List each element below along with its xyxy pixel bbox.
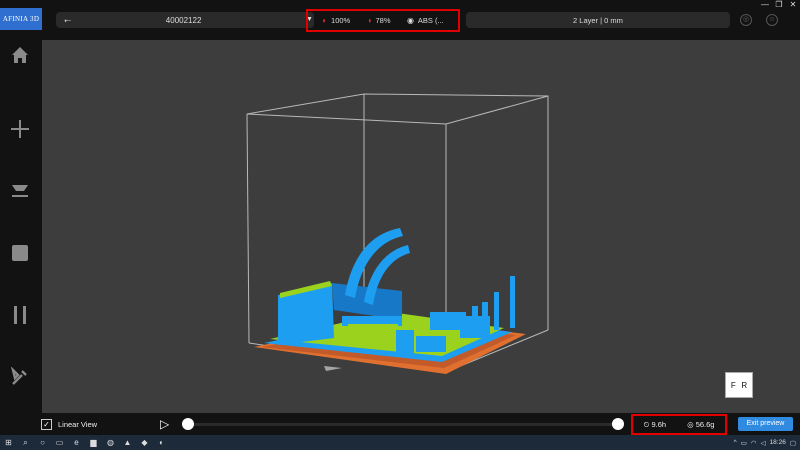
nozzle-icon: ◐ (322, 16, 328, 25)
system-tray: ^ ▭ ◠ ◁ 18:26 ▢ (734, 435, 800, 450)
notification-icon[interactable]: ▢ (790, 439, 796, 447)
3d-viewport[interactable] (42, 40, 800, 413)
printer-name: 40002122 (165, 15, 202, 25)
nozzle-value: 100% (331, 16, 351, 25)
search-icon[interactable]: ⌕ (17, 435, 34, 450)
material-value: ABS (... (417, 16, 444, 25)
battery-icon[interactable]: ▭ (741, 439, 747, 447)
model-preview (246, 93, 549, 374)
time-estimate: ⏲ 9.6h (643, 419, 667, 429)
nozzle-status[interactable]: ◐ 100% (322, 16, 350, 25)
top-toolbar: AFINIA 3D ⭠ 40002122 ▼ ◐ 100% ◑ 78% ◉ AB… (0, 0, 800, 40)
plus-icon[interactable] (9, 118, 31, 140)
linear-view-label: Linear View (58, 420, 98, 429)
windows-start-icon[interactable]: ⊞ (0, 435, 17, 450)
cortana-icon[interactable]: ○ (34, 435, 51, 450)
volume-icon[interactable]: ◁ (761, 439, 766, 447)
task-view-icon[interactable]: ▭ (51, 435, 68, 450)
edge-icon[interactable]: e (68, 435, 85, 450)
stop-icon[interactable] (9, 242, 31, 264)
slider-end-handle[interactable] (612, 418, 624, 430)
app-icon[interactable]: ▲ (119, 435, 136, 450)
layer-info: 2 Layer | 0 mm (466, 12, 730, 28)
account-icon[interactable]: ☺ (766, 14, 778, 26)
view-cube-right[interactable]: R (741, 381, 747, 390)
file-explorer-icon[interactable]: ▆ (85, 435, 102, 450)
window-controls: — ❐ ✕ (758, 0, 800, 10)
home-icon[interactable] (9, 44, 31, 66)
wrench-icon[interactable] (9, 366, 31, 388)
preview-bar: ✓ Linear View ▷ ⏲ 9.6h ◎ 56.6g Exit prev… (0, 413, 800, 435)
bed-status[interactable]: ◑ 78% (367, 16, 391, 25)
exit-preview-button[interactable]: Exit preview (738, 417, 793, 431)
print-estimate: ⏲ 9.6h ◎ 56.6g (631, 414, 727, 435)
afinia-taskbar-icon[interactable]: ◐ (153, 435, 170, 450)
pause-icon[interactable] (9, 304, 31, 326)
printer-status-group: ◐ 100% ◑ 78% ◉ ABS (... (306, 9, 460, 32)
restore-button[interactable]: ❐ (772, 0, 786, 10)
view-cube-front[interactable]: F (731, 381, 736, 390)
bed-icon: ◑ (366, 16, 372, 25)
printer-selector[interactable]: ⭠ 40002122 ▼ (56, 12, 314, 28)
layer-text: 2 Layer | 0 mm (573, 15, 623, 25)
print-icon[interactable] (9, 180, 31, 202)
sidebar (0, 40, 42, 413)
slider-start-handle[interactable] (182, 418, 194, 430)
afinia-logo: AFINIA 3D (0, 8, 42, 30)
minimize-button[interactable]: — (758, 0, 772, 10)
play-icon[interactable]: ▷ (160, 417, 169, 431)
app-window: AFINIA 3D ⭠ 40002122 ▼ ◐ 100% ◑ 78% ◉ AB… (0, 0, 800, 435)
view-cube[interactable]: F R (725, 372, 753, 398)
paint-icon[interactable]: ◆ (136, 435, 153, 450)
clock[interactable]: 18:26 (770, 439, 786, 446)
bed-value: 78% (375, 16, 391, 25)
linear-view-checkbox[interactable]: ✓ (41, 419, 52, 430)
material-icon: ◉ (406, 16, 414, 25)
close-button[interactable]: ✕ (786, 0, 800, 10)
weight-value: 56.6g (695, 420, 715, 429)
windows-taskbar: ⊞ ⌕ ○ ▭ e ▆ ◍ ▲ ◆ ◐ ^ ▭ ◠ ◁ 18:26 ▢ (0, 435, 800, 450)
network-icon[interactable]: ◠ (751, 439, 757, 447)
layer-slider-track[interactable] (187, 423, 618, 426)
weight-estimate: ◎ 56.6g (687, 420, 715, 429)
settings-icon[interactable]: ◎ (740, 14, 752, 26)
tray-chevron-icon[interactable]: ^ (734, 439, 737, 446)
material-status[interactable]: ◉ ABS (... (407, 16, 444, 25)
time-value: 9.6h (651, 419, 667, 429)
chrome-icon[interactable]: ◍ (102, 435, 119, 450)
usb-icon: ⭠ (64, 14, 72, 25)
